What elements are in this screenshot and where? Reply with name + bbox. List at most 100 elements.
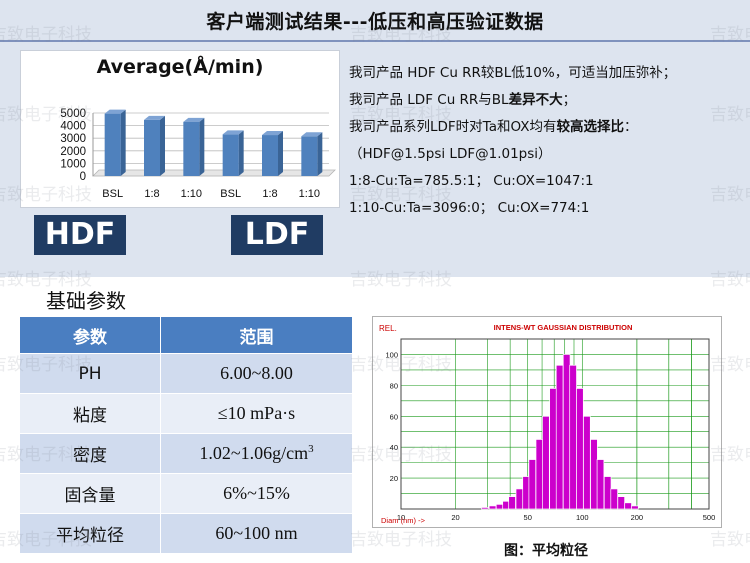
table-row: 粘度 ≤10 mPa·s xyxy=(19,393,353,434)
column-header-param: 参数 xyxy=(19,316,161,354)
x-tick-label: 50 xyxy=(524,513,532,522)
note-ldf-tail: ； xyxy=(562,92,577,108)
histogram-bar xyxy=(569,364,577,510)
x-tick-label: 1:10 xyxy=(299,188,320,200)
param-name: 粘度 xyxy=(19,393,161,434)
param-value: 1.02~1.06g/cm xyxy=(199,443,309,463)
histogram-bar xyxy=(610,488,618,510)
chart-floor xyxy=(92,169,336,177)
bar xyxy=(104,113,121,176)
param-value-superscript: 3 xyxy=(308,443,314,455)
bar xyxy=(222,134,239,176)
histogram-bar xyxy=(535,439,544,510)
note-ratio-1-10: 1:10-Cu:Ta=3096:0； Cu:OX=774:1 xyxy=(349,200,590,216)
histogram-bar xyxy=(576,388,584,510)
y-axis-label: REL. xyxy=(379,324,397,333)
bar-side xyxy=(317,132,323,176)
param-value: ≤10 mPa·s xyxy=(160,393,353,434)
x-axis-label: Diam (nm) -> xyxy=(381,516,426,525)
note-selectivity: 我司产品系列LDF时对Ta和OX均有较高选择比： xyxy=(349,114,744,141)
note-selectivity-emphasis: 较高选择比 xyxy=(556,119,624,135)
x-tick-label: BSL xyxy=(220,188,241,200)
note-ratio-1-8: 1:8-Cu:Ta=785.5:1； Cu:OX=1047:1 xyxy=(349,173,594,189)
param-value: 6%~15% xyxy=(160,473,353,514)
x-tick-label: 1:10 xyxy=(181,188,202,200)
histogram-bar xyxy=(603,476,612,510)
histogram-bar xyxy=(555,364,564,510)
histogram-bar xyxy=(596,459,605,510)
particle-size-chart: REL. INTENS-WT GAUSSIAN DISTRIBUTION 20 40 6… xyxy=(372,316,722,528)
note-pressure: （HDF@1.5psi LDF@1.01psi） xyxy=(349,146,552,162)
note-ldf-emphasis: 差异不大 xyxy=(508,92,563,108)
histogram-bar xyxy=(508,496,516,510)
histogram-bar xyxy=(495,504,504,510)
x-tick-label: 500 xyxy=(703,513,716,522)
bar-side xyxy=(160,115,165,176)
table-row: 平均粒径 60~100 nm xyxy=(19,513,353,554)
note-hdf: 我司产品 HDF Cu RR较BL低10%，可适当加压弥补； xyxy=(349,65,677,81)
histogram-bar xyxy=(624,502,632,510)
note-selectivity-tail: ： xyxy=(623,119,638,135)
param-name: 平均粒径 xyxy=(19,513,161,554)
bar xyxy=(183,121,200,176)
bar-side xyxy=(278,131,283,176)
histogram-bar xyxy=(583,415,591,510)
table-row: 密度 1.02~1.06g/cm3 xyxy=(19,433,353,474)
param-name: 密度 xyxy=(19,433,161,474)
histogram-bar xyxy=(515,488,524,510)
y-tick-label: 0 xyxy=(80,171,86,183)
x-tick-label: 1:8 xyxy=(144,188,159,200)
bar-side xyxy=(238,130,244,176)
histogram-caption: 图：平均粒径 xyxy=(504,543,588,559)
y-tick-label: 20 xyxy=(390,474,398,483)
x-tick-label: 1:8 xyxy=(262,188,277,200)
y-tick-label: 5000 xyxy=(60,108,86,120)
result-notes: 我司产品 HDF Cu RR较BL低10%，可适当加压弥补； 我司产品 LDF … xyxy=(349,60,744,222)
param-name: 固含量 xyxy=(19,473,161,514)
x-tick-label: 200 xyxy=(631,513,644,522)
params-table: 参数 范围 PH 6.00~8.00 粘度 ≤10 mPa·s 密度 1.02~… xyxy=(19,316,353,554)
y-tick-label: 2000 xyxy=(60,146,86,158)
bar xyxy=(262,135,278,176)
y-tick-label: 60 xyxy=(390,412,398,421)
y-tick-label: 4000 xyxy=(60,121,86,133)
average-rate-chart: 0 1000 2000 3000 4000 5000 BSL 1:8 1:10 BSL 1:8 1:1… xyxy=(20,50,340,208)
param-name: PH xyxy=(19,353,161,394)
bar-side xyxy=(199,117,205,176)
y-tick-label: 80 xyxy=(390,381,398,390)
histogram-bar xyxy=(522,476,530,510)
params-section-title: 基础参数 xyxy=(46,289,126,313)
histogram-bar xyxy=(549,388,557,510)
chart-title: Average(Å/min) xyxy=(96,56,264,78)
y-tick-label: 100 xyxy=(385,350,398,359)
note-selectivity-text: 我司产品系列LDF时对Ta和OX均有 xyxy=(349,119,557,135)
histogram-bar xyxy=(528,459,537,510)
note-ldf: 我司产品 LDF Cu RR与BL差异不大； xyxy=(349,87,744,114)
histogram-bar xyxy=(562,354,571,510)
title-divider xyxy=(0,40,750,42)
bar xyxy=(144,119,160,176)
page-title: 客户端测试结果---低压和高压验证数据 xyxy=(206,11,544,33)
y-tick-label: 40 xyxy=(390,443,398,452)
particle-size-chart-svg: REL. INTENS-WT GAUSSIAN DISTRIBUTION 20 40 6… xyxy=(379,323,716,525)
histogram-bar xyxy=(617,496,625,510)
bar xyxy=(301,136,318,176)
histogram-bar xyxy=(542,415,550,510)
ldf-badge: LDF xyxy=(231,215,323,255)
column-header-range: 范围 xyxy=(160,316,353,354)
summary-panel: 客户端测试结果---低压和高压验证数据 0 1000 2000 3000 4000 500… xyxy=(0,0,750,277)
note-ldf-text: 我司产品 LDF Cu RR与BL xyxy=(349,92,509,108)
histogram-bar xyxy=(631,505,639,510)
param-value: 6.00~8.00 xyxy=(160,353,353,394)
histogram-bar xyxy=(488,505,497,510)
x-tick-label: 20 xyxy=(451,513,459,522)
param-value-density: 1.02~1.06g/cm3 xyxy=(160,433,353,474)
histogram-bar xyxy=(590,439,598,510)
hdf-badge: HDF xyxy=(34,215,126,255)
table-row: 固含量 6%~15% xyxy=(19,473,353,514)
table-header-row: 参数 范围 xyxy=(19,316,353,354)
param-value: 60~100 nm xyxy=(160,513,353,554)
y-tick-label: 1000 xyxy=(60,158,86,170)
histogram-bar xyxy=(481,507,489,510)
histogram-title: INTENS-WT GAUSSIAN DISTRIBUTION xyxy=(494,323,633,332)
